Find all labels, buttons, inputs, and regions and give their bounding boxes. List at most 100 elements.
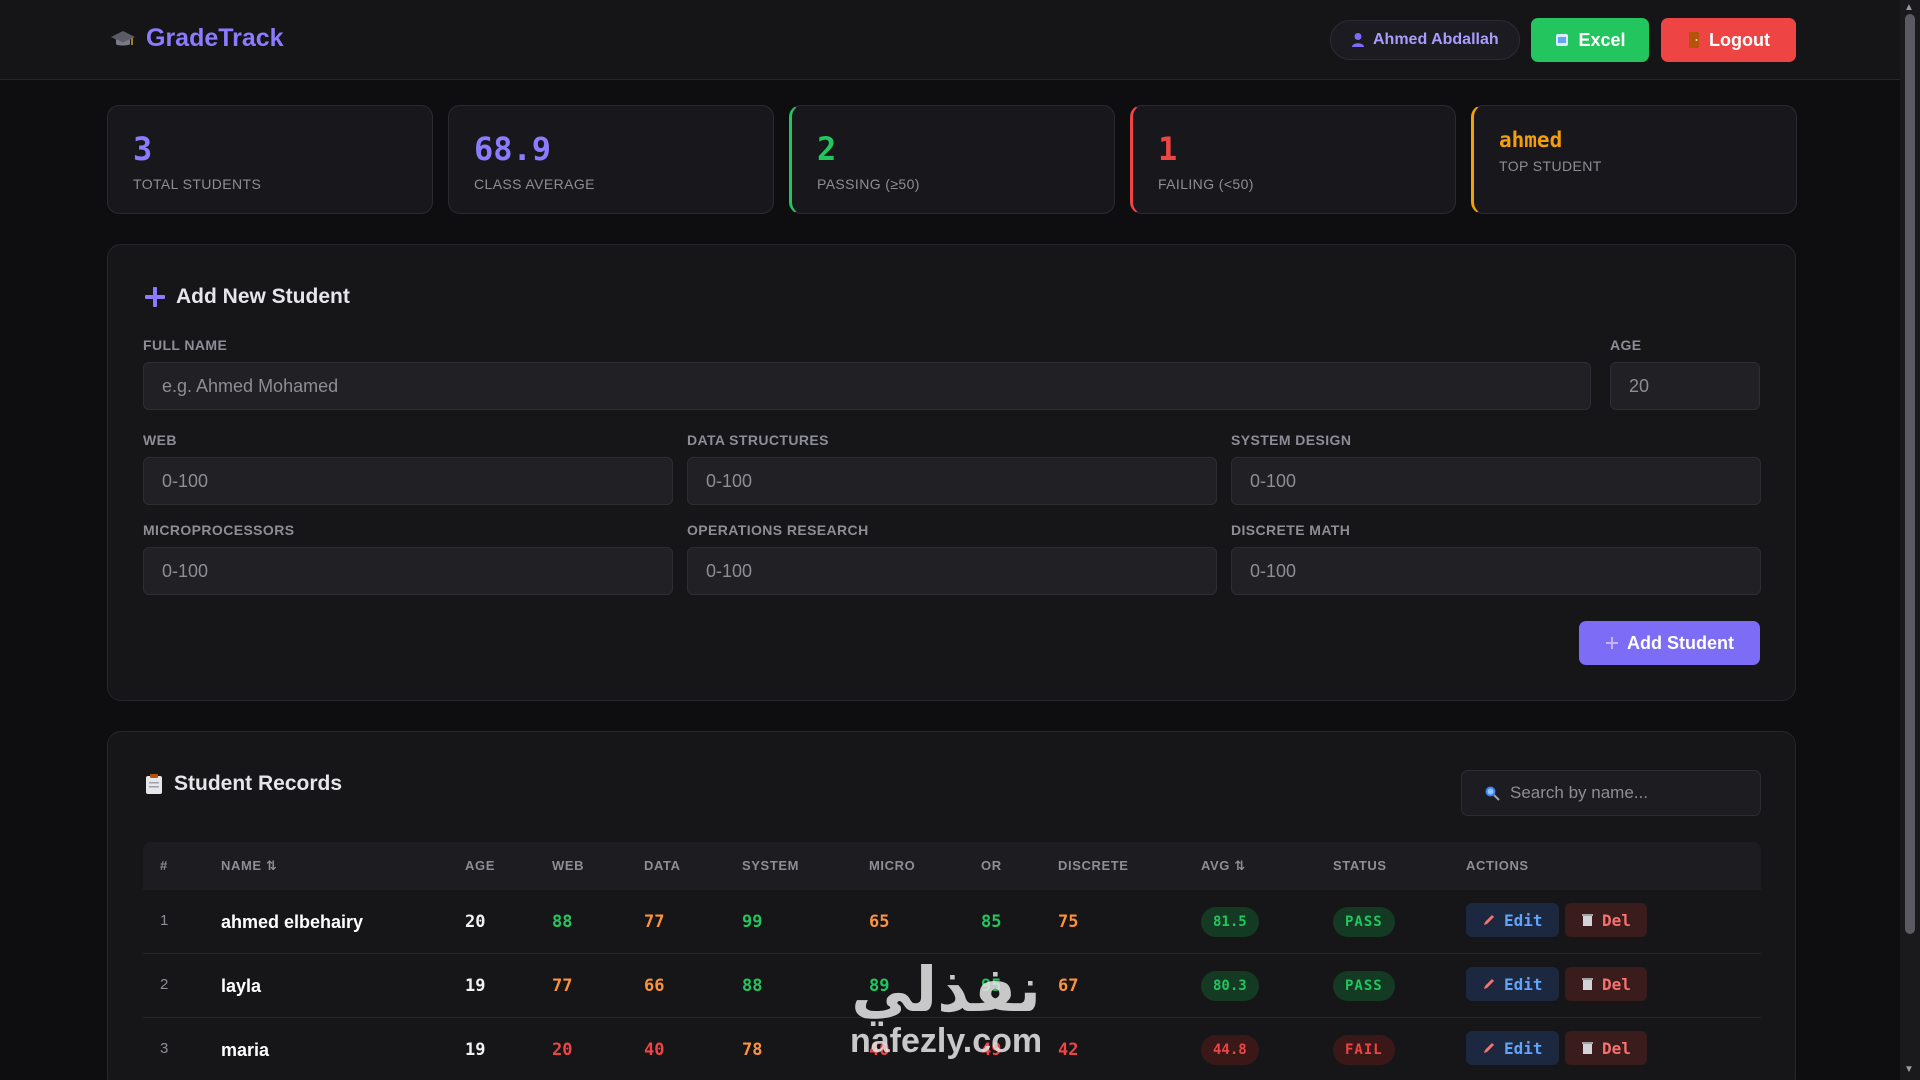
stat-failing: 1 FAILING (<50) [1130,105,1456,214]
trash-icon [1582,978,1593,990]
edit-label: Edit [1504,1038,1543,1058]
edit-button[interactable]: Edit [1466,903,1559,937]
col-micro: MICRO [869,858,916,873]
stat-class-average: 68.9 CLASS AVERAGE [448,105,774,214]
table-row: 1 ahmed elbehairy 20 88 77 99 65 85 75 8… [143,890,1761,954]
add-student-button-label: Add Student [1627,632,1734,653]
full-name-label: FULL NAME [143,337,228,353]
stat-value: 2 [817,130,837,168]
row-micro: 65 [869,912,890,932]
row-name: ahmed elbehairy [221,912,364,932]
col-discrete: DISCRETE [1058,858,1129,873]
row-system: 78 [742,1040,763,1060]
user-name: Ahmed Abdallah [1373,31,1499,48]
watermark: نفذلي nafezly.com [850,960,1042,1061]
system-design-input[interactable]: 0-100 [1231,457,1761,505]
row-name: layla [221,976,262,996]
col-system: SYSTEM [742,858,800,873]
search-placeholder: Search by name... [1510,783,1648,802]
door-icon [1689,32,1699,48]
age-label: AGE [1610,337,1642,353]
scroll-up-arrow[interactable]: ▲ [1904,2,1914,13]
plus-icon [145,287,165,307]
brand[interactable]: GradeTrack [110,24,284,53]
delete-button[interactable]: Del [1565,903,1647,937]
stat-label: TOP STUDENT [1499,158,1602,174]
scroll-down-arrow[interactable]: ▼ [1904,1064,1914,1075]
col-age: AGE [465,858,495,873]
watermark-logo: نفذلي [851,956,1041,1025]
row-discrete: 75 [1058,912,1079,932]
microprocessors-label: MICROPROCESSORS [143,522,295,538]
pencil-icon [1484,979,1494,989]
pencil-icon [1484,915,1494,925]
col-or: OR [981,858,1002,873]
row-web: 77 [552,976,573,996]
edit-label: Edit [1504,974,1543,994]
add-student-card: Add New Student FULL NAME e.g. Ahmed Moh… [107,244,1796,701]
del-label: Del [1602,974,1631,994]
stat-label: PASSING (≥50) [817,176,920,192]
del-label: Del [1602,1038,1631,1058]
operations-research-label: OPERATIONS RESEARCH [687,522,869,538]
row-data: 40 [644,1040,665,1060]
operations-research-input[interactable]: 0-100 [687,547,1217,595]
stat-label: CLASS AVERAGE [474,176,595,192]
stat-value: 1 [1158,130,1178,168]
row-or: 85 [981,912,1002,932]
row-index: 3 [160,1040,169,1057]
row-status-badge: PASS [1333,971,1395,1001]
logout-button[interactable]: Logout [1661,18,1796,62]
full-name-input[interactable]: e.g. Ahmed Mohamed [143,362,1591,410]
stat-passing: 2 PASSING (≥50) [789,105,1115,214]
web-input[interactable]: 0-100 [143,457,673,505]
col-data: DATA [644,858,681,873]
trash-icon [1582,914,1593,926]
discrete-math-label: DISCRETE MATH [1231,522,1351,538]
discrete-math-input[interactable]: 0-100 [1231,547,1761,595]
student-records-title-text: Student Records [174,772,343,795]
delete-button[interactable]: Del [1565,967,1647,1001]
add-student-title-text: Add New Student [176,285,350,308]
row-status-badge: FAIL [1333,1035,1395,1065]
logout-label: Logout [1709,29,1770,50]
row-data: 66 [644,976,665,996]
add-student-title: Add New Student [144,285,350,309]
scrollbar-thumb[interactable] [1905,14,1915,934]
col-name[interactable]: NAME ⇅ [221,858,277,874]
age-input[interactable]: 20 [1610,362,1760,410]
row-avg-badge: 44.8 [1201,1035,1259,1065]
search-input[interactable]: Search by name... [1461,770,1761,816]
user-chip[interactable]: Ahmed Abdallah [1330,20,1520,60]
row-index: 2 [160,976,169,993]
data-structures-input[interactable]: 0-100 [687,457,1217,505]
row-system: 88 [742,976,763,996]
stat-total-students: 3 TOTAL STUDENTS [107,105,433,214]
row-avg-badge: 80.3 [1201,971,1259,1001]
stat-top-student: ahmed TOP STUDENT [1471,105,1797,214]
row-age: 20 [465,912,486,932]
table-header: # NAME ⇅ AGE WEB DATA SYSTEM MICRO OR DI… [143,842,1761,890]
stat-label: FAILING (<50) [1158,176,1254,192]
clipboard-icon [146,774,162,794]
col-avg[interactable]: AVG ⇅ [1201,858,1246,874]
col-index: # [160,858,168,873]
excel-button[interactable]: Excel [1531,18,1649,62]
edit-button[interactable]: Edit [1466,1031,1559,1065]
edit-button[interactable]: Edit [1466,967,1559,1001]
delete-button[interactable]: Del [1565,1031,1647,1065]
row-name: maria [221,1040,270,1060]
stat-value: 68.9 [474,130,552,168]
add-student-button[interactable]: Add Student [1579,621,1760,665]
trash-icon [1582,1042,1593,1054]
row-web: 20 [552,1040,573,1060]
row-avg-badge: 81.5 [1201,907,1259,937]
pencil-icon [1484,1043,1494,1053]
web-label: WEB [143,432,177,448]
stat-label: TOTAL STUDENTS [133,176,262,192]
microprocessors-input[interactable]: 0-100 [143,547,673,595]
row-discrete: 67 [1058,976,1079,996]
stat-value: 3 [133,130,153,168]
row-age: 19 [465,976,486,996]
row-system: 99 [742,912,763,932]
